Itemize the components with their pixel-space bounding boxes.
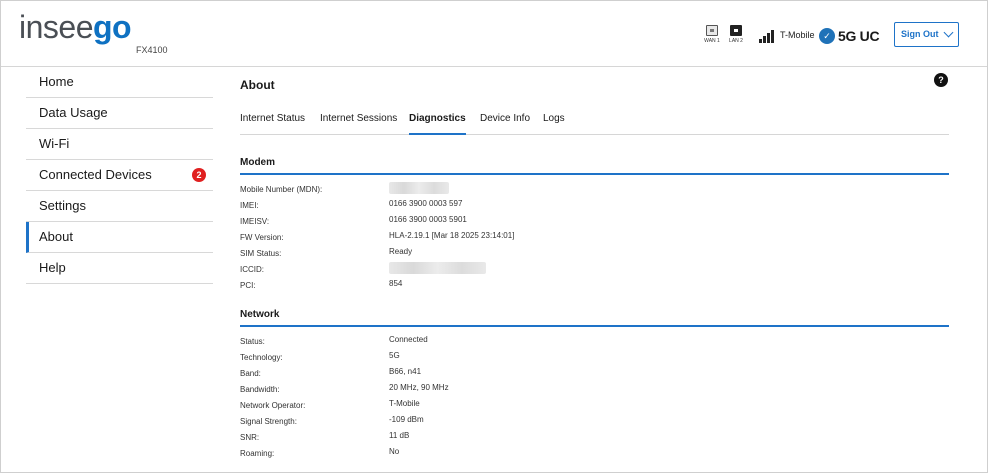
- inseego-logo[interactable]: inseego: [19, 9, 132, 45]
- network-row-roaming: Roaming: No: [240, 447, 949, 461]
- row-label: Band:: [240, 369, 261, 378]
- tab-bar: Internet Status Internet Sessions Diagno…: [240, 111, 949, 135]
- row-value: 11 dB: [389, 431, 410, 440]
- chevron-down-icon: [943, 27, 954, 38]
- network-row-technology: Technology: 5G: [240, 351, 949, 365]
- sidebar-item-label: About: [39, 229, 73, 244]
- row-value: HLA-2.19.1 [Mar 18 2025 23:14:01]: [389, 231, 515, 240]
- tab-device-info[interactable]: Device Info: [480, 113, 530, 135]
- row-value: 5G: [389, 351, 400, 360]
- sidebar-nav: Home Data Usage Wi-Fi Connected Devices …: [26, 67, 213, 284]
- row-value: 854: [389, 279, 403, 288]
- logo-text-part2: go: [93, 9, 132, 45]
- row-value: 0166 3900 0003 597: [389, 199, 463, 208]
- wan-port-icon: WAN 1: [701, 25, 723, 44]
- sidebar-item-help[interactable]: Help: [26, 253, 213, 284]
- sign-out-label: Sign Out: [901, 29, 939, 39]
- row-label: SNR:: [240, 433, 260, 442]
- row-label: Mobile Number (MDN):: [240, 185, 323, 194]
- sidebar-item-connected-devices[interactable]: Connected Devices 2: [26, 160, 213, 191]
- modem-row-imeisv: IMEISV: 0166 3900 0003 5901: [240, 215, 949, 229]
- network-row-operator: Network Operator: T-Mobile: [240, 399, 949, 413]
- row-value: Ready: [389, 247, 413, 256]
- row-label: PCI:: [240, 281, 256, 290]
- network-row-signal-strength: Signal Strength: -109 dBm: [240, 415, 949, 429]
- row-label: Signal Strength:: [240, 417, 297, 426]
- modem-row-sim-status: SIM Status: Ready: [240, 247, 949, 261]
- sidebar-item-wifi[interactable]: Wi-Fi: [26, 129, 213, 160]
- redacted-value: [389, 262, 486, 274]
- network-section-divider: [240, 325, 949, 327]
- sidebar-item-settings[interactable]: Settings: [26, 191, 213, 222]
- row-value: 20 MHz, 90 MHz: [389, 383, 449, 392]
- modem-row-iccid: ICCID:: [240, 262, 949, 277]
- network-row-band: Band: B66, n41: [240, 367, 949, 381]
- top-header: inseego FX4100 WAN 1 LAN 2 T-Mobile ✓ 5G…: [1, 1, 987, 67]
- tab-logs[interactable]: Logs: [543, 113, 565, 135]
- sidebar-item-data-usage[interactable]: Data Usage: [26, 98, 213, 129]
- modem-row-imei: IMEI: 0166 3900 0003 597: [240, 199, 949, 213]
- modem-row-fw-version: FW Version: HLA-2.19.1 [Mar 18 2025 23:1…: [240, 231, 949, 245]
- row-value: No: [389, 447, 400, 456]
- network-row-snr: SNR: 11 dB: [240, 431, 949, 445]
- lan-port-icon: LAN 2: [725, 25, 747, 44]
- row-value: Connected: [389, 335, 428, 344]
- row-value: 0166 3900 0003 5901: [389, 215, 467, 224]
- device-model: FX4100: [136, 45, 168, 55]
- network-row-status: Status: Connected: [240, 335, 949, 349]
- row-label: SIM Status:: [240, 249, 282, 258]
- row-value: B66, n41: [389, 367, 422, 376]
- carrier-name: T-Mobile: [780, 30, 815, 40]
- sidebar-item-label: Home: [39, 74, 74, 89]
- modem-row-pci: PCI: 854: [240, 279, 949, 293]
- lan-port-label: LAN 2: [729, 38, 743, 44]
- tab-internet-sessions[interactable]: Internet Sessions: [320, 113, 397, 135]
- row-label: Status:: [240, 337, 265, 346]
- sidebar-item-label: Data Usage: [39, 105, 108, 120]
- sign-out-button[interactable]: Sign Out: [894, 22, 959, 47]
- sidebar-item-label: Connected Devices: [39, 167, 152, 182]
- 5g-uc-badge-icon: ✓: [819, 28, 835, 44]
- modem-row-mdn: Mobile Number (MDN):: [240, 182, 949, 197]
- wan-port-label: WAN 1: [704, 38, 720, 44]
- signal-bars-icon: [759, 27, 777, 43]
- connected-devices-count-badge: 2: [192, 168, 206, 182]
- tab-internet-status[interactable]: Internet Status: [240, 113, 305, 135]
- row-value: -109 dBm: [389, 415, 424, 424]
- row-label: FW Version:: [240, 233, 284, 242]
- row-label: Roaming:: [240, 449, 275, 458]
- row-label: ICCID:: [240, 265, 264, 274]
- row-label: Bandwidth:: [240, 385, 280, 394]
- row-value: T-Mobile: [389, 399, 420, 408]
- logo-text-part1: insee: [19, 9, 94, 45]
- network-section-title: Network: [240, 309, 280, 320]
- sidebar-item-label: Settings: [39, 198, 86, 213]
- modem-section-divider: [240, 173, 949, 175]
- sidebar-item-home[interactable]: Home: [26, 67, 213, 98]
- page-title: About: [240, 78, 275, 92]
- network-technology: 5G UC: [838, 28, 880, 44]
- modem-section-title: Modem: [240, 157, 275, 168]
- row-label: IMEI:: [240, 201, 259, 210]
- row-label: Network Operator:: [240, 401, 306, 410]
- tab-diagnostics[interactable]: Diagnostics: [409, 113, 466, 135]
- sidebar-item-about[interactable]: About: [26, 222, 213, 253]
- help-icon[interactable]: ?: [934, 73, 948, 87]
- row-label: Technology:: [240, 353, 283, 362]
- network-row-bandwidth: Bandwidth: 20 MHz, 90 MHz: [240, 383, 949, 397]
- sidebar-item-label: Wi-Fi: [39, 136, 70, 151]
- sidebar-item-label: Help: [39, 260, 66, 275]
- redacted-value: [389, 182, 449, 194]
- row-label: IMEISV:: [240, 217, 270, 226]
